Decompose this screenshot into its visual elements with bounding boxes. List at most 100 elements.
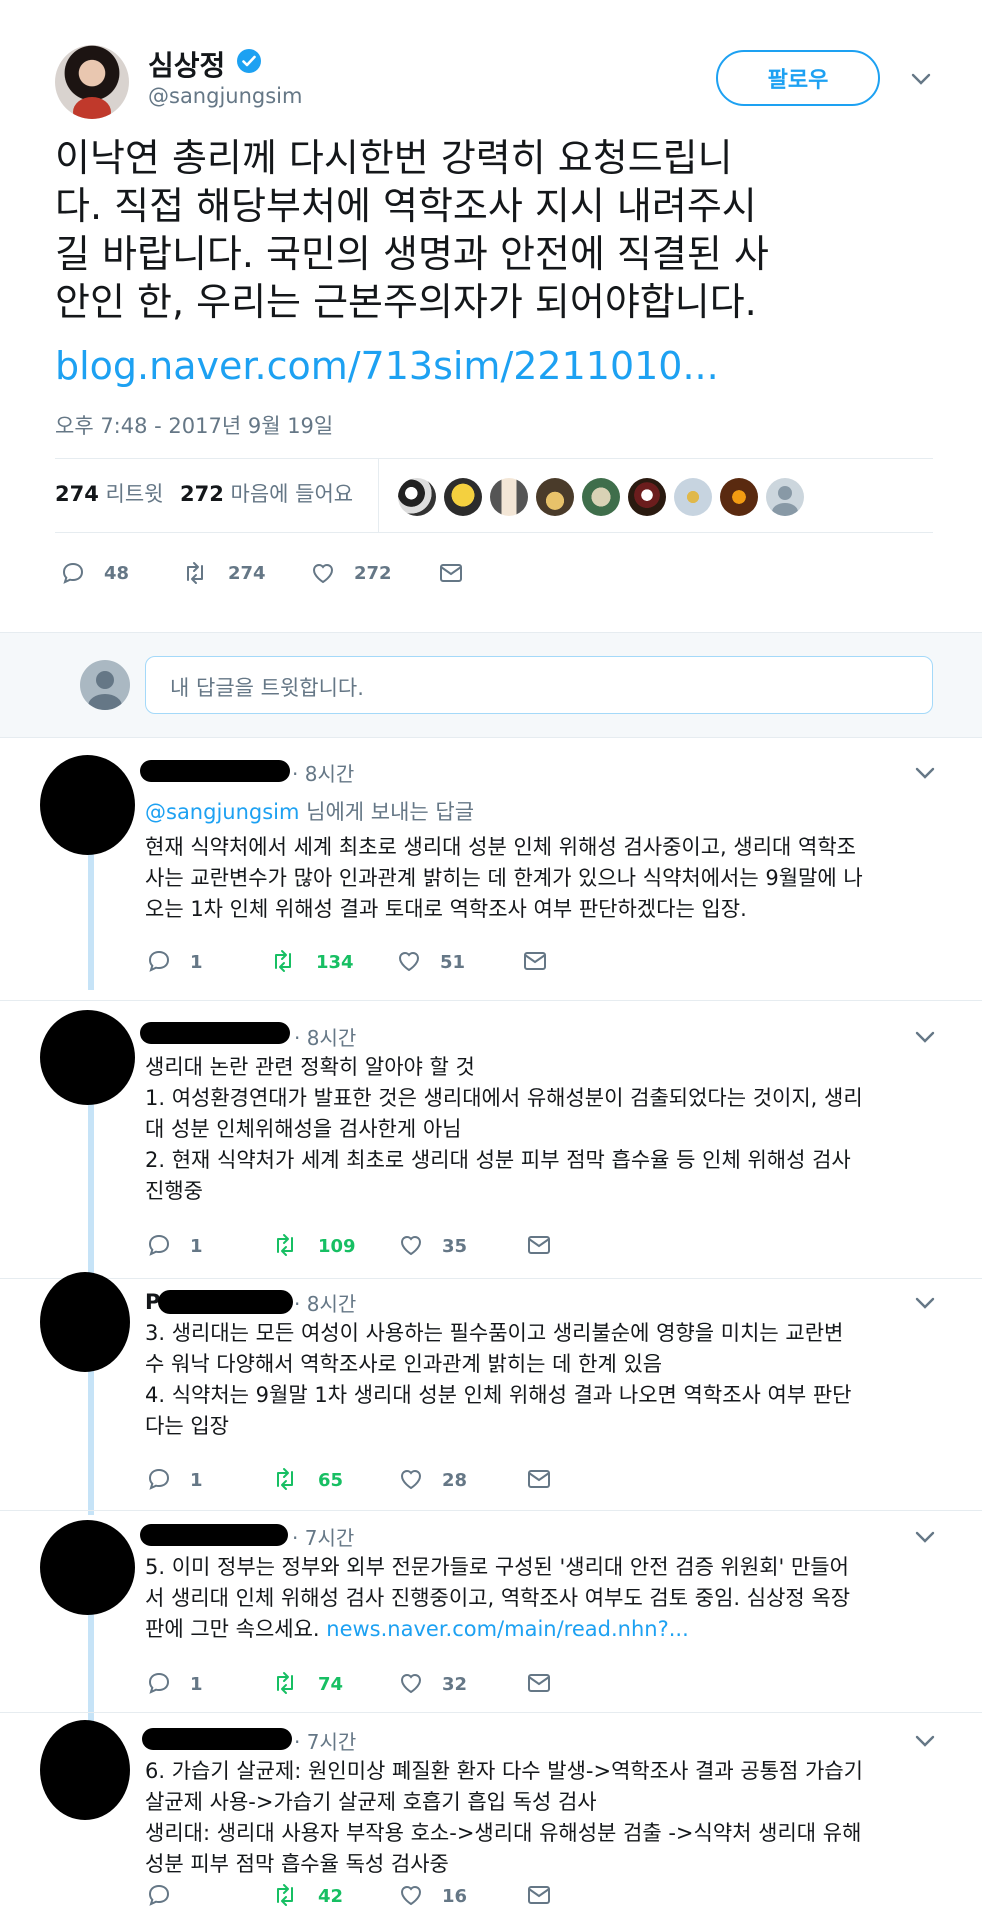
reply-time[interactable]: · 8시간	[294, 1022, 356, 1051]
reply-icon[interactable]	[146, 1670, 172, 1696]
like-icon[interactable]	[398, 1882, 424, 1908]
reply-text-line: 서 생리대 인체 위해성 검사 진행중이고, 역학조사 여부도 검토 중임. 심…	[145, 1586, 851, 1610]
reply-text-line: 6. 가습기 살균제: 원인미상 폐질환 환자 다수 발생->역학조사 결과 공…	[145, 1759, 863, 1783]
reply-count: 1	[190, 1236, 203, 1257]
redacted-avatar	[40, 1720, 130, 1820]
reply-text: 현재 식약처에서 세계 최초로 생리대 성분 인체 위해성 검사중이고, 생리대…	[145, 832, 945, 925]
message-icon[interactable]	[526, 1232, 552, 1258]
reply-text-line: 4. 식약처는 9월말 1차 생리대 성분 인체 위해성 결과 나오면 역학조사…	[145, 1383, 852, 1407]
message-icon[interactable]	[438, 560, 464, 586]
retweet-icon[interactable]	[182, 560, 208, 586]
redacted-name	[158, 1290, 293, 1314]
like-stat[interactable]: 272 마음에 들어요	[180, 478, 353, 508]
reply-text: 6. 가습기 살균제: 원인미상 폐질환 환자 다수 발생->역학조사 결과 공…	[145, 1756, 945, 1880]
reply-text: 3. 생리대는 모든 여성이 사용하는 필수품이고 생리불순에 영향을 미치는 …	[145, 1318, 945, 1442]
reply-text-line: 판에 그만 속으세요.	[145, 1617, 320, 1641]
retweet-icon[interactable]	[272, 1670, 298, 1696]
retweet-stat-count: 274	[55, 482, 99, 506]
reply-icon[interactable]	[146, 1466, 172, 1492]
liker-avatar[interactable]	[444, 478, 482, 516]
liker-avatar[interactable]	[582, 478, 620, 516]
redacted-avatar	[40, 755, 135, 855]
reply-icon[interactable]	[60, 560, 86, 586]
divider	[0, 1510, 982, 1511]
user-avatar	[80, 660, 130, 710]
message-icon[interactable]	[526, 1882, 552, 1908]
reply-icon[interactable]	[146, 948, 172, 974]
redacted-name	[140, 1524, 288, 1546]
like-icon[interactable]	[396, 948, 422, 974]
follow-button[interactable]: 팔로우	[716, 50, 880, 106]
reply-text: 생리대 논란 관련 정확히 알아야 할 것 1. 여성환경연대가 발표한 것은 …	[145, 1052, 945, 1207]
reply-text-line: 2. 현재 식약처가 세계 최초로 생리대 성분 피부 점막 흡수율 등 인체 …	[145, 1148, 851, 1172]
reply-text: 5. 이미 정부는 정부와 외부 전문가들로 구성된 '생리대 안전 검증 위원…	[145, 1552, 945, 1645]
reply-text-line: 성분 피부 점막 흡수율 독성 검사중	[145, 1852, 449, 1876]
retweet-icon[interactable]	[272, 1232, 298, 1258]
reply-time[interactable]: · 8시간	[292, 758, 354, 787]
reply-count: 48	[104, 563, 130, 584]
chevron-down-icon[interactable]	[908, 66, 934, 92]
retweet-icon[interactable]	[270, 948, 296, 974]
author-handle[interactable]: @sangjungsim	[148, 84, 302, 108]
message-icon[interactable]	[526, 1466, 552, 1492]
reply-text-line-with-link: 판에 그만 속으세요. news.naver.com/main/read.nhn…	[145, 1614, 945, 1645]
message-icon[interactable]	[522, 948, 548, 974]
reply-text-line: 다는 입장	[145, 1414, 229, 1438]
reply-time[interactable]: · 7시간	[292, 1522, 354, 1551]
author-name[interactable]: 심상정	[148, 44, 225, 84]
retweet-icon[interactable]	[272, 1882, 298, 1908]
reply-icon[interactable]	[146, 1882, 172, 1908]
retweet-stat[interactable]: 274 리트윗	[55, 478, 164, 508]
reply-to-handle[interactable]: @sangjungsim	[145, 800, 299, 824]
chevron-down-icon[interactable]	[912, 1024, 938, 1050]
like-icon[interactable]	[398, 1670, 424, 1696]
retweet-count: 134	[316, 952, 354, 973]
chevron-down-icon[interactable]	[912, 760, 938, 786]
reply-text-line: 1. 여성환경연대가 발표한 것은 생리대에서 유해성분이 검출되었다는 것이지…	[145, 1086, 863, 1110]
redacted-avatar	[40, 1520, 135, 1615]
chevron-down-icon[interactable]	[912, 1728, 938, 1754]
liker-avatar[interactable]	[536, 478, 574, 516]
like-icon[interactable]	[398, 1466, 424, 1492]
like-stat-count: 272	[180, 482, 224, 506]
reply-link[interactable]: news.naver.com/main/read.nhn?...	[326, 1617, 688, 1641]
reply-icon[interactable]	[146, 1232, 172, 1258]
redacted-name	[142, 1728, 292, 1750]
retweet-icon[interactable]	[272, 1466, 298, 1492]
liker-avatar[interactable]	[398, 478, 436, 516]
reply-count: 1	[190, 1470, 203, 1491]
reply-to-context: @sangjungsim 님에게 보내는 답글	[145, 796, 474, 826]
tweet-text-line: 길 바랍니다. 국민의 생명과 안전에 직결된 사	[55, 232, 769, 276]
like-icon[interactable]	[398, 1232, 424, 1258]
author-avatar[interactable]	[55, 45, 129, 119]
reply-time[interactable]: · 7시간	[294, 1726, 356, 1755]
tweet-timestamp[interactable]: 오후 7:48 - 2017년 9월 19일	[55, 410, 333, 440]
redacted-avatar	[40, 1272, 130, 1372]
reply-text-line: 오는 1차 인체 위해성 결과 토대로 역학조사 여부 판단하겠다는 입장.	[145, 897, 747, 921]
redacted-name	[140, 760, 290, 782]
reply-count: 1	[190, 952, 203, 973]
thread-line	[88, 840, 94, 990]
liker-avatar[interactable]	[674, 478, 712, 516]
thread-line	[88, 1100, 94, 1280]
tweet-link[interactable]: blog.naver.com/713sim/2211010...	[55, 344, 719, 388]
chevron-down-icon[interactable]	[912, 1290, 938, 1316]
tweet-text-line: 안인 한, 우리는 근본주의자가 되어야합니다.	[55, 280, 757, 324]
message-icon[interactable]	[526, 1670, 552, 1696]
like-icon[interactable]	[310, 560, 336, 586]
tweet-text-line: 다. 직접 해당부처에 역학조사 지시 내려주시	[55, 184, 757, 228]
liker-avatar[interactable]	[490, 478, 528, 516]
reply-input[interactable]: 내 답글을 트윗합니다.	[145, 656, 933, 714]
reply-time[interactable]: · 8시간	[294, 1288, 356, 1317]
reply-text-line: 살균제 사용->가습기 살균제 호흡기 흡입 독성 검사	[145, 1790, 597, 1814]
reply-text-line: 생리대: 생리대 사용자 부작용 호소->생리대 유해성분 검출 ->식약처 생…	[145, 1821, 862, 1845]
stats-divider	[378, 458, 379, 532]
liker-avatar[interactable]	[720, 478, 758, 516]
chevron-down-icon[interactable]	[912, 1524, 938, 1550]
liker-avatar[interactable]	[628, 478, 666, 516]
tweet-text-line: 이낙연 총리께 다시한번 강력히 요청드립니	[55, 136, 733, 180]
redacted-avatar	[40, 1010, 135, 1105]
like-count: 272	[354, 563, 392, 584]
retweet-count: 74	[318, 1674, 344, 1695]
liker-avatar[interactable]	[766, 478, 804, 516]
